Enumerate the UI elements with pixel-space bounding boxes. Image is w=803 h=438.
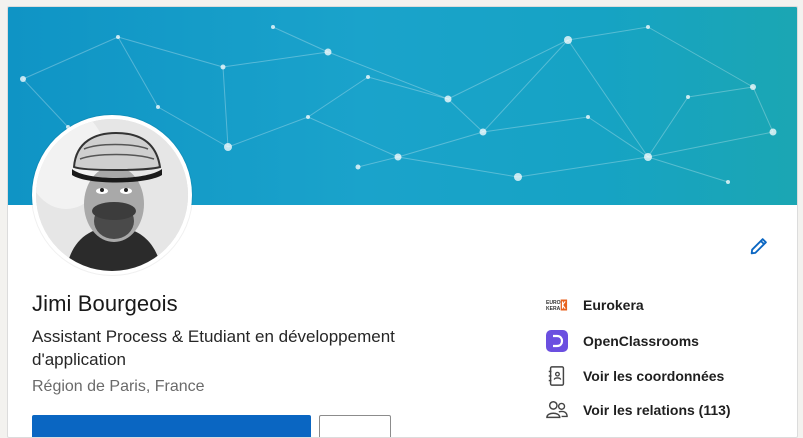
profile-location: Région de Paris, France	[32, 378, 205, 395]
profile-card: Jimi Bourgeois Assistant Process & Etudi…	[7, 6, 798, 438]
sidebar-item-label: Eurokera	[583, 297, 644, 313]
sidebar-item-eurokera[interactable]: EURO KERA Eurokera	[545, 293, 785, 317]
sidebar-item-contact-info[interactable]: Voir les coordonnées	[545, 364, 785, 388]
profile-headline: Assistant Process & Etudiant en développ…	[32, 327, 395, 369]
sidebar-item-label: Voir les relations (113)	[583, 402, 731, 418]
sidebar-item-label: OpenClassrooms	[583, 333, 699, 349]
people-icon	[545, 398, 569, 422]
profile-photo[interactable]	[32, 115, 192, 275]
edit-intro-button[interactable]	[746, 233, 772, 259]
person-photo	[36, 119, 188, 271]
svg-text:KERA: KERA	[546, 306, 561, 312]
eurokera-logo: EURO KERA	[545, 293, 569, 317]
sidebar-item-label: Voir les coordonnées	[583, 368, 725, 384]
sidebar-item-connections[interactable]: Voir les relations (113)	[545, 398, 785, 422]
pencil-icon	[750, 238, 767, 255]
contact-book-icon	[545, 364, 569, 388]
profile-name: Jimi Bourgeois	[32, 291, 178, 316]
avatar	[36, 119, 188, 271]
sidebar-item-openclassrooms[interactable]: OpenClassrooms	[545, 329, 785, 353]
secondary-action-button[interactable]	[319, 415, 391, 437]
primary-action-button[interactable]	[32, 415, 311, 437]
openclassrooms-logo	[545, 329, 569, 353]
